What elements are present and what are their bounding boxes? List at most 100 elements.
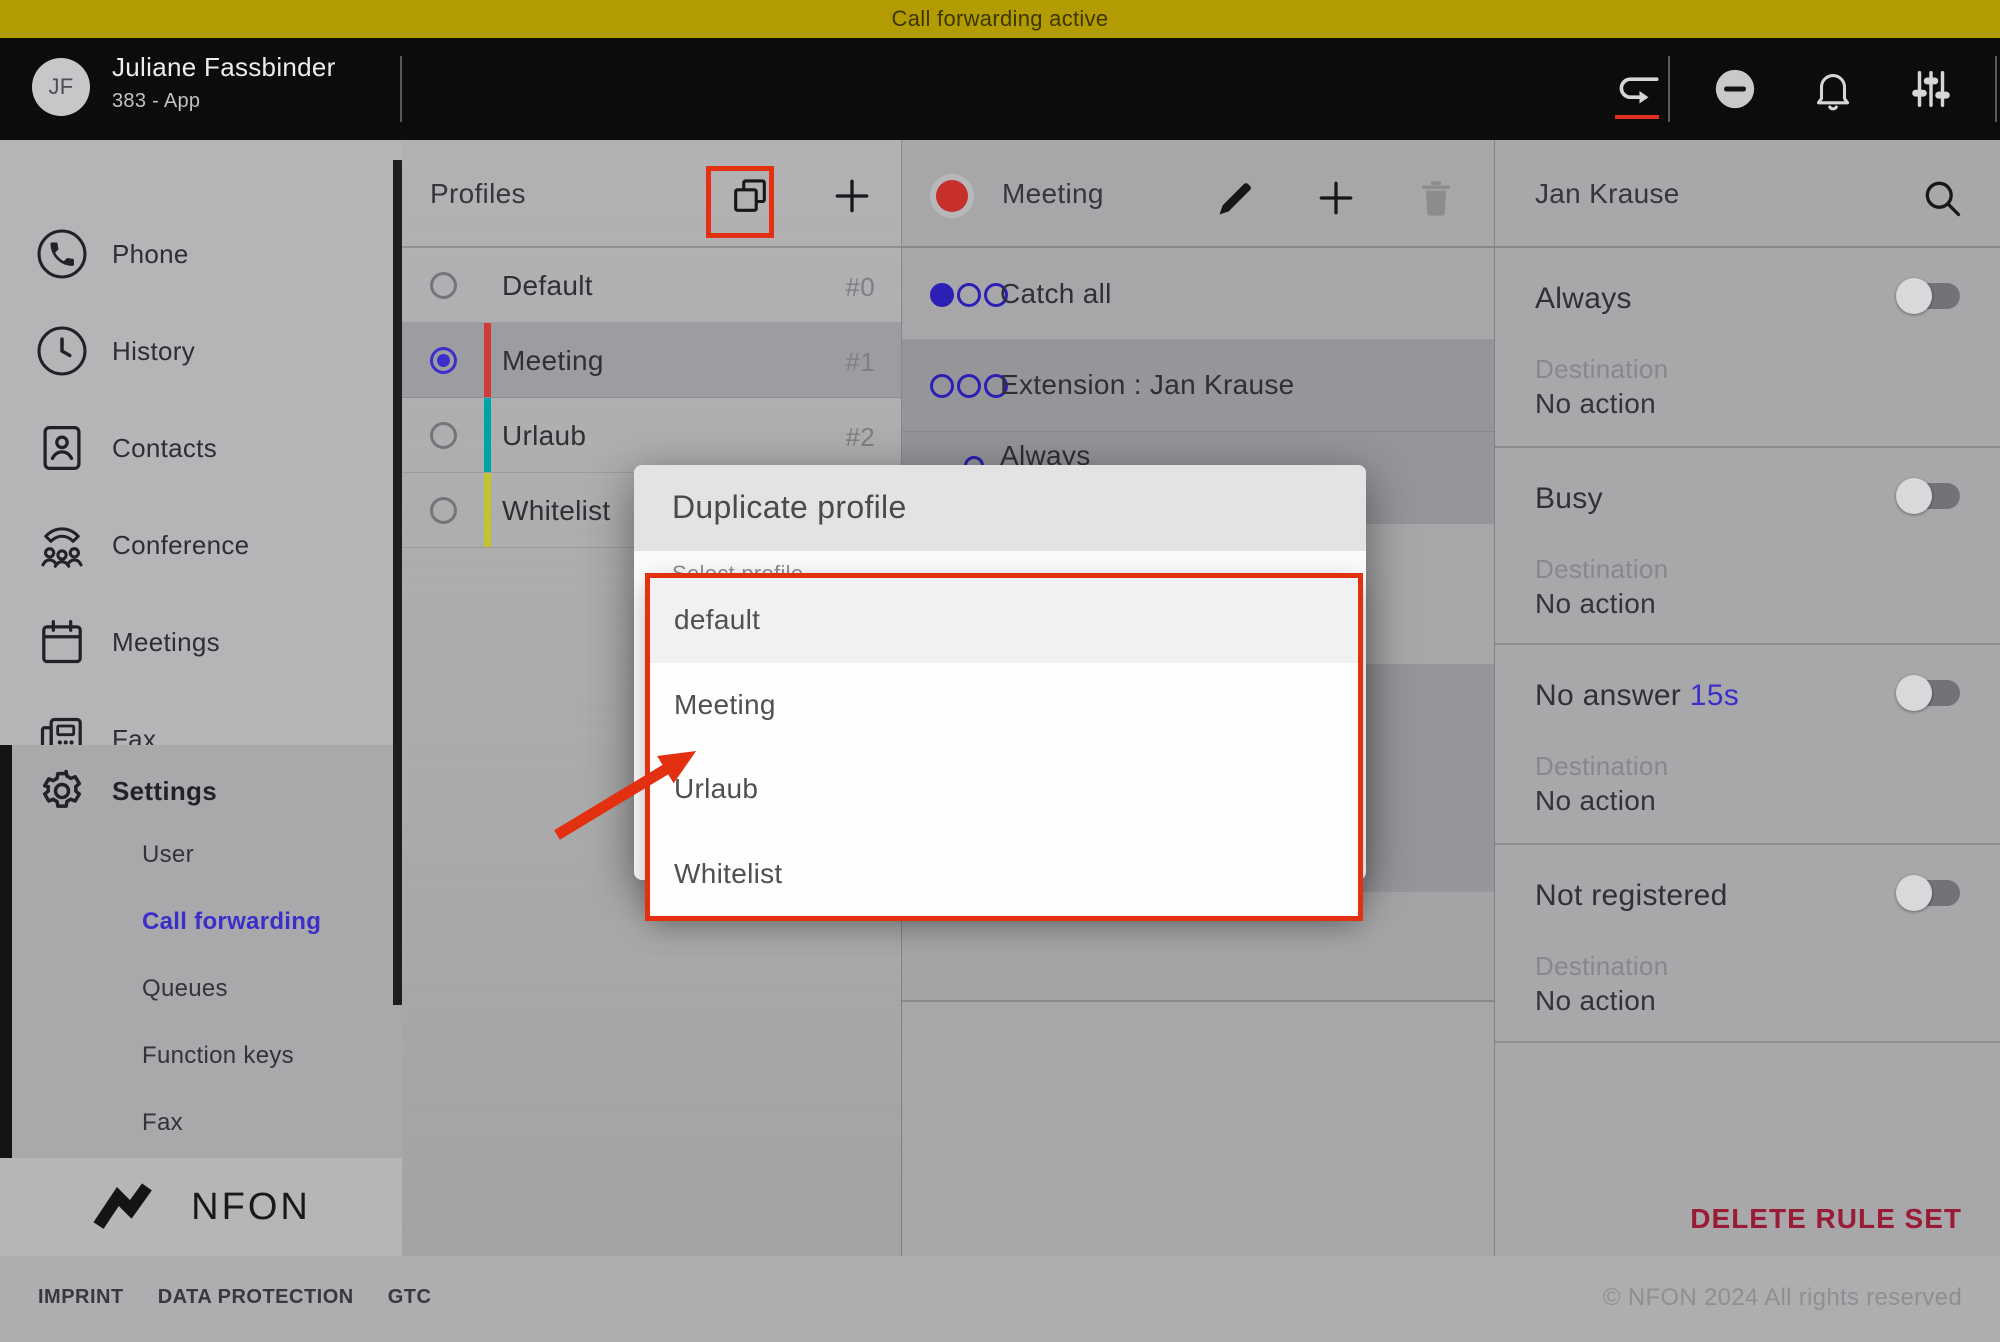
section-always: Always Destination No action: [1495, 248, 2000, 448]
nfon-logo-text: NFON: [191, 1186, 311, 1229]
destination-label: Destination: [1535, 751, 1668, 782]
no-answer-toggle[interactable]: [1896, 675, 1960, 711]
phone-icon: [36, 228, 88, 280]
sidebar-label: Settings: [112, 776, 217, 807]
profile-name: Meeting: [502, 345, 604, 377]
history-clock-icon: [36, 325, 88, 377]
always-toggle[interactable]: [1896, 278, 1960, 314]
profile-row-default[interactable]: Default #0: [402, 248, 901, 323]
profile-row-meeting[interactable]: Meeting #1: [402, 323, 901, 398]
duplicate-profile-icon[interactable]: [728, 174, 772, 218]
notifications-bell-icon[interactable]: [1810, 66, 1856, 112]
rule-label: Extension : Jan Krause: [1000, 369, 1295, 401]
destination-value: No action: [1535, 588, 1656, 620]
rules-profile-title: Meeting: [1002, 178, 1104, 210]
section-title: Always: [1535, 282, 1632, 316]
delete-rule-set-button[interactable]: DELETE RULE SET: [1690, 1203, 1962, 1235]
sidebar-scrollbar[interactable]: [393, 160, 402, 1005]
sidebar-item-settings[interactable]: Settings: [0, 755, 402, 827]
search-icon[interactable]: [1920, 176, 1964, 220]
footer-link-imprint[interactable]: IMPRINT: [38, 1286, 124, 1309]
busy-toggle[interactable]: [1896, 478, 1960, 514]
footer-link-data-protection[interactable]: DATA PROTECTION: [158, 1286, 354, 1309]
trash-icon[interactable]: [1414, 176, 1458, 220]
sidebar-subitem-user[interactable]: User: [142, 841, 194, 869]
profile-number: #0: [845, 272, 875, 303]
section-title: Not registered: [1535, 879, 1728, 913]
profiles-title: Profiles: [430, 178, 526, 210]
profile-name: Whitelist: [502, 495, 611, 527]
dropdown-option-whitelist[interactable]: Whitelist: [650, 832, 1358, 917]
rule-row-catch-all[interactable]: Catch all: [902, 250, 1494, 340]
destination-label: Destination: [1535, 554, 1668, 585]
user-name: Juliane Fassbinder: [112, 52, 336, 83]
destination-value: No action: [1535, 388, 1656, 420]
banner-text: Call forwarding active: [892, 6, 1109, 32]
destination-value: No action: [1535, 985, 1656, 1017]
profile-accent-bar: [484, 398, 491, 472]
section-no-answer: No answer 15s Destination No action: [1495, 645, 2000, 845]
radio-unchecked[interactable]: [430, 497, 457, 524]
call-forward-active-indicator: [1615, 115, 1659, 119]
profile-select-dropdown: default Meeting Urlaub Whitelist: [650, 578, 1358, 916]
copyright-text: © NFON 2024 All rights reserved: [1603, 1284, 1962, 1312]
conference-icon: [36, 519, 88, 571]
no-answer-timer-link[interactable]: 15s: [1690, 679, 1739, 712]
sidebar-subitem-function-keys[interactable]: Function keys: [142, 1042, 294, 1070]
section-not-registered: Not registered Destination No action: [1495, 845, 2000, 1043]
profile-name: Urlaub: [502, 420, 586, 452]
sidebar-item-conference[interactable]: Conference: [0, 497, 402, 593]
destination-label: Destination: [1535, 951, 1668, 982]
rule-row-extension[interactable]: Extension : Jan Krause: [902, 340, 1494, 432]
rule-label: Catch all: [1000, 278, 1112, 310]
dropdown-option-urlaub[interactable]: Urlaub: [650, 747, 1358, 832]
add-profile-icon[interactable]: [830, 174, 874, 218]
dropdown-option-meeting[interactable]: Meeting: [650, 663, 1358, 748]
app-window: Call forwarding active JF Juliane Fassbi…: [0, 0, 2000, 1342]
avatar-initials: JF: [48, 74, 73, 100]
call-forward-icon[interactable]: [1614, 66, 1660, 112]
profile-number: #2: [845, 422, 875, 453]
sidebar-item-contacts[interactable]: Contacts: [0, 400, 402, 496]
not-registered-toggle[interactable]: [1896, 875, 1960, 911]
audio-settings-sliders-icon[interactable]: [1908, 66, 1954, 112]
calendar-icon: [36, 616, 88, 668]
call-forwarding-banner: Call forwarding active: [0, 0, 2000, 38]
sidebar-label: Contacts: [112, 433, 217, 464]
detail-header: Jan Krause: [1495, 140, 2000, 248]
header-divider: [400, 56, 402, 122]
radio-unchecked[interactable]: [430, 272, 457, 299]
sidebar-item-history[interactable]: History: [0, 303, 402, 399]
profile-row-urlaub[interactable]: Urlaub #2: [402, 398, 901, 473]
modal-header: Duplicate profile: [634, 465, 1366, 551]
settings-section: Settings User Call forwarding Queues Fun…: [0, 745, 402, 1158]
profile-name: Default: [502, 270, 593, 302]
radio-checked[interactable]: [430, 347, 457, 374]
sidebar-subitem-fax[interactable]: Fax: [142, 1109, 183, 1137]
sidebar-label: Phone: [112, 239, 189, 270]
edit-pencil-icon[interactable]: [1214, 176, 1258, 220]
do-not-disturb-icon[interactable]: [1712, 66, 1758, 112]
sidebar-item-phone[interactable]: Phone: [0, 206, 402, 302]
profile-accent-bar: [484, 323, 491, 397]
radio-unchecked[interactable]: [430, 422, 457, 449]
sidebar-label: Meetings: [112, 627, 220, 658]
profiles-header: Profiles: [402, 140, 901, 248]
add-rule-icon[interactable]: [1314, 176, 1358, 220]
section-title: Busy: [1535, 482, 1603, 516]
header-divider: [1995, 56, 1997, 122]
user-extension: 383 - App: [112, 90, 200, 113]
rule-detail-panel: Jan Krause Always Destination No action …: [1495, 140, 2000, 1256]
sidebar-subitem-call-forwarding[interactable]: Call forwarding: [142, 908, 321, 936]
section-title: No answer 15s: [1535, 679, 1739, 713]
sidebar-subitem-queues[interactable]: Queues: [142, 975, 228, 1003]
sidebar-label: History: [112, 336, 195, 367]
avatar[interactable]: JF: [32, 58, 90, 116]
gear-icon: [36, 765, 88, 817]
footer-link-gtc[interactable]: GTC: [388, 1286, 432, 1309]
destination-label: Destination: [1535, 354, 1668, 385]
extension-icon: [930, 374, 1008, 398]
sidebar-item-meetings[interactable]: Meetings: [0, 594, 402, 690]
dropdown-option-default[interactable]: default: [650, 578, 1358, 663]
top-header: JF Juliane Fassbinder 383 - App: [0, 38, 2000, 140]
